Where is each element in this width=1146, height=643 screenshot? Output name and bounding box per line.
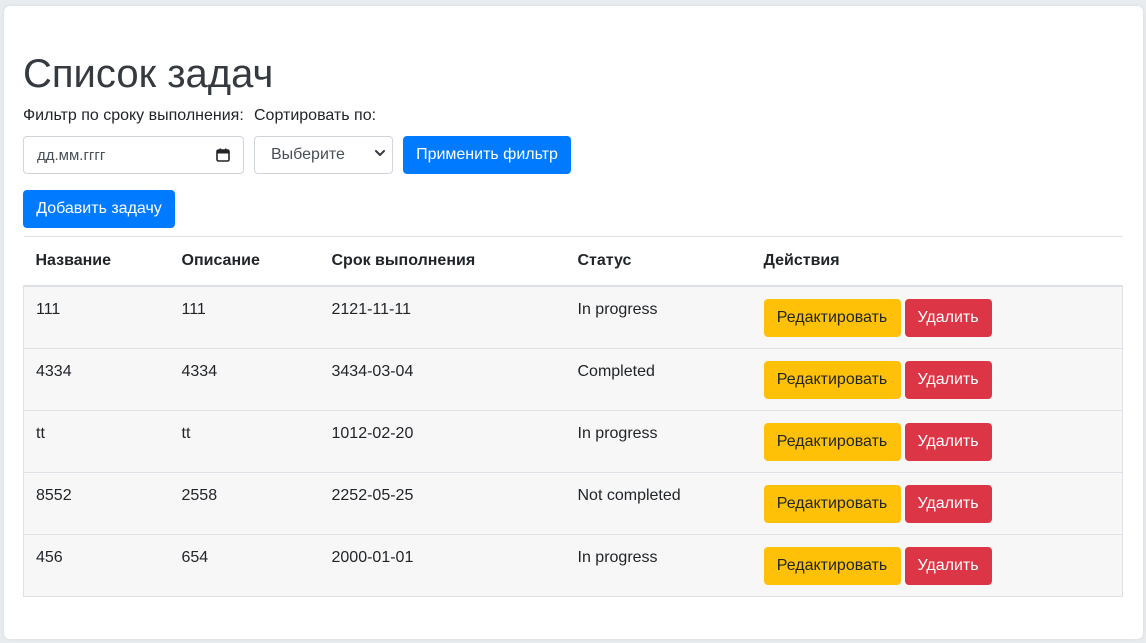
- task-due-date: 2000-01-01: [319, 533, 566, 597]
- task-due-date: 2121-11-11: [319, 285, 566, 348]
- sort-select[interactable]: Выберите: [254, 136, 393, 174]
- delete-button[interactable]: Удалить: [904, 299, 992, 337]
- task-actions: Редактировать Удалить: [751, 409, 1123, 472]
- edit-button[interactable]: Редактировать: [763, 360, 901, 399]
- table-row: 111 111 2121-11-11 In progress Редактиро…: [23, 285, 1123, 348]
- header-name: Название: [23, 236, 170, 287]
- table-row: 4334 4334 3434-03-04 Completed Редактиро…: [23, 347, 1123, 410]
- edit-button[interactable]: Редактировать: [763, 299, 901, 337]
- delete-button[interactable]: Удалить: [904, 484, 992, 523]
- table-header-row: Название Описание Срок выполнения Статус…: [23, 236, 1123, 287]
- task-due-date: 2252-05-25: [319, 471, 566, 534]
- delete-button[interactable]: Удалить: [904, 546, 992, 585]
- task-actions: Редактировать Удалить: [751, 533, 1123, 597]
- task-description: 4334: [169, 347, 320, 410]
- calendar-icon[interactable]: [216, 148, 230, 162]
- task-description: 111: [169, 285, 320, 348]
- page-title: Список задач: [23, 52, 274, 96]
- task-actions: Редактировать Удалить: [751, 471, 1123, 534]
- task-status: In progress: [565, 285, 752, 348]
- task-due-date: 1012-02-20: [319, 409, 566, 472]
- header-status: Статус: [565, 236, 752, 287]
- task-description: tt: [169, 409, 320, 472]
- apply-filter-button[interactable]: Применить фильтр: [403, 136, 571, 174]
- header-description: Описание: [169, 236, 320, 287]
- table-row: 456 654 2000-01-01 In progress Редактиро…: [23, 533, 1123, 597]
- header-actions: Действия: [751, 236, 1123, 287]
- edit-button[interactable]: Редактировать: [763, 546, 901, 585]
- task-actions: Редактировать Удалить: [751, 347, 1123, 410]
- tasks-table: Название Описание Срок выполнения Статус…: [23, 236, 1123, 597]
- due-filter-label: Фильтр по сроку выполнения:: [23, 107, 244, 124]
- edit-button[interactable]: Редактировать: [763, 484, 901, 523]
- due-date-input[interactable]: дд.мм.гггг: [23, 136, 244, 174]
- table-row: tt tt 1012-02-20 In progress Редактирова…: [23, 409, 1123, 472]
- date-placeholder: дд.мм.гггг: [37, 146, 106, 164]
- task-name: tt: [23, 409, 170, 472]
- task-name: 8552: [23, 471, 170, 534]
- task-status: In progress: [565, 409, 752, 472]
- task-actions: Редактировать Удалить: [751, 285, 1123, 348]
- sort-label: Сортировать по:: [254, 107, 377, 124]
- main-card: Список задач Фильтр по сроку выполнения:…: [4, 6, 1143, 639]
- table-row: 8552 2558 2252-05-25 Not completed Редак…: [23, 471, 1123, 534]
- add-task-button[interactable]: Добавить задачу: [23, 190, 175, 228]
- sort-selected-value: Выберите: [271, 146, 345, 163]
- task-description: 654: [169, 533, 320, 597]
- chevron-down-icon: [374, 146, 386, 164]
- task-status: Not completed: [565, 471, 752, 534]
- delete-button[interactable]: Удалить: [904, 360, 992, 399]
- task-name: 111: [23, 285, 170, 348]
- task-name: 4334: [23, 347, 170, 410]
- task-description: 2558: [169, 471, 320, 534]
- task-status: In progress: [565, 533, 752, 597]
- delete-button[interactable]: Удалить: [904, 422, 992, 461]
- task-due-date: 3434-03-04: [319, 347, 566, 410]
- header-due-date: Срок выполнения: [319, 236, 566, 287]
- filter-labels: Фильтр по сроку выполнения: Сортировать …: [23, 105, 1124, 127]
- task-status: Completed: [565, 347, 752, 410]
- filter-controls: дд.мм.гггг Выберите Применить фильтр: [23, 136, 1124, 174]
- edit-button[interactable]: Редактировать: [763, 422, 901, 461]
- task-name: 456: [23, 533, 170, 597]
